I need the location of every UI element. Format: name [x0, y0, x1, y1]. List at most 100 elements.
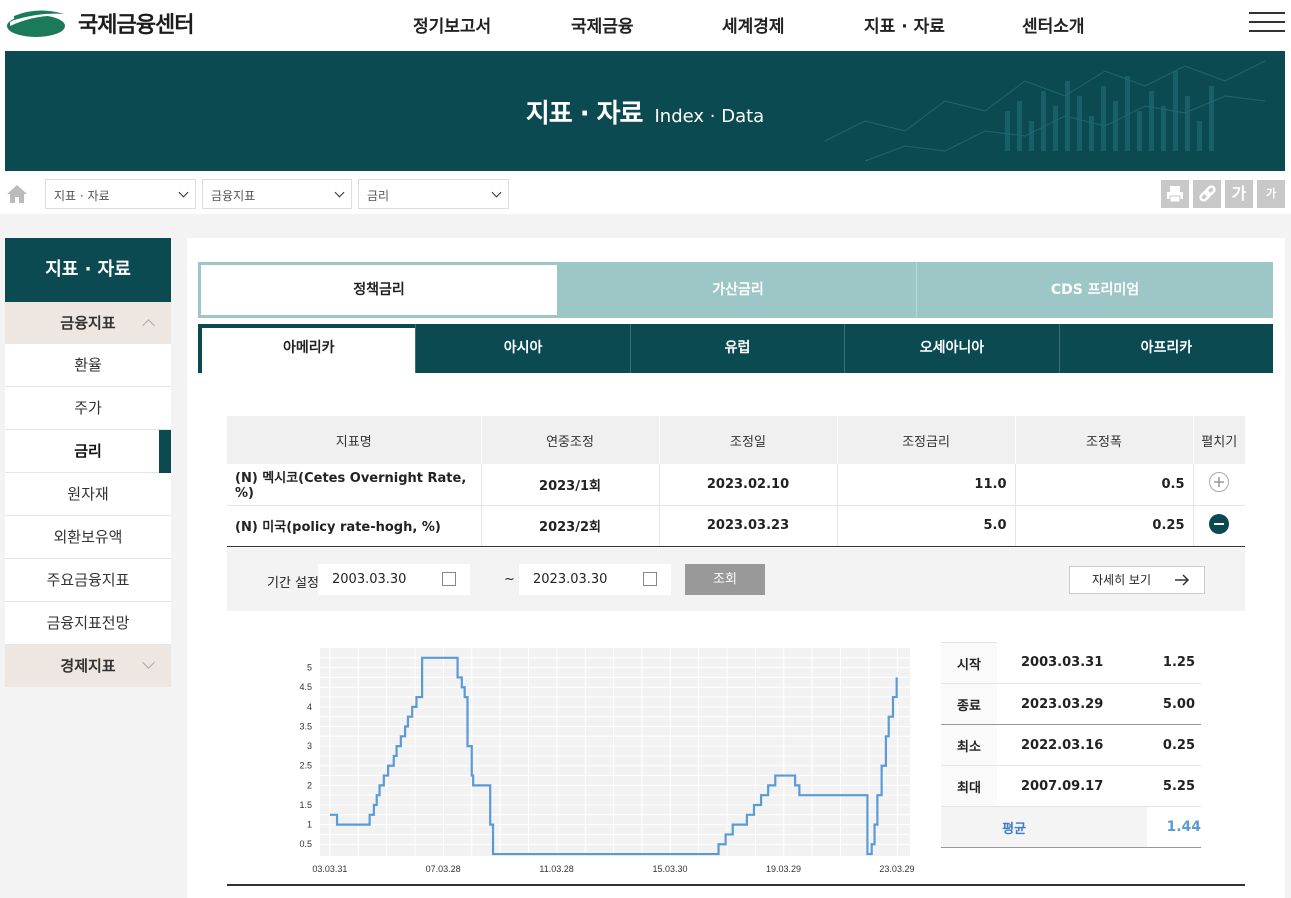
sidebar-item-stock[interactable]: 주가	[5, 387, 171, 430]
y-tick-label: 4.5	[299, 682, 312, 692]
x-tick-label: 11.03.28	[539, 864, 573, 874]
y-tick-label: 0.5	[299, 839, 312, 849]
stats-label: 최소	[941, 724, 997, 766]
sidebar-group-financial-index[interactable]: 금융지표	[5, 302, 171, 344]
menu-icon[interactable]	[1249, 12, 1285, 34]
sidebar-title: 지표 · 자료	[5, 238, 171, 302]
hero-title: 지표 · 자료	[525, 99, 644, 129]
stats-value: 5.25	[1147, 765, 1201, 807]
link-icon	[1199, 185, 1216, 202]
logo-icon	[6, 8, 66, 38]
average-label: 평균	[941, 806, 1148, 848]
stats-row: 종료 2023.03.29 5.00	[941, 683, 1201, 725]
breadcrumb-select-category[interactable]: 금융지표	[202, 179, 352, 209]
region-tabs: 아메리카 아시아 유럽 오세아니아 아프리카	[198, 324, 1273, 373]
tab-asia[interactable]: 아시아	[415, 324, 629, 373]
home-icon[interactable]	[6, 184, 28, 204]
font-size-decrease-button[interactable]: 가	[1257, 180, 1285, 208]
x-tick-label: 23.03.29	[879, 864, 914, 874]
font-size-increase-button[interactable]: 가	[1225, 180, 1253, 208]
y-tick-label: 1	[307, 820, 312, 830]
sidebar-item-fx-reserves[interactable]: 외환보유액	[5, 516, 171, 559]
share-link-button[interactable]	[1193, 180, 1221, 208]
y-tick-label: 2	[307, 780, 312, 790]
stats-label: 시작	[941, 642, 997, 684]
y-tick-label: 4	[307, 702, 312, 712]
nav-index-data[interactable]: 지표 · 자료	[864, 12, 945, 37]
chevron-down-icon	[142, 656, 155, 669]
tab-oceania[interactable]: 오세아니아	[844, 324, 1058, 373]
nav-about[interactable]: 센터소개	[1022, 12, 1085, 37]
period-label: 기간 설정	[267, 576, 319, 591]
main-content: 정책금리 가산금리 CDS 프리미엄 아메리카 아시아 유럽 오세아니아 아프리…	[187, 238, 1285, 898]
stats-label: 종료	[941, 683, 997, 725]
adjustment-date: 2023.03.23	[659, 505, 838, 547]
calendar-icon[interactable]	[643, 572, 657, 586]
column-header: 펼치기	[1193, 416, 1245, 464]
end-date-input[interactable]: 2023.03.30	[519, 564, 671, 595]
nav-international-finance[interactable]: 국제금융	[571, 12, 634, 37]
chevron-down-icon	[178, 187, 189, 198]
start-date-input[interactable]: 2003.03.30	[318, 564, 470, 595]
breadcrumb-select-page[interactable]: 금리	[358, 179, 509, 209]
column-header: 연중조정	[481, 416, 660, 464]
y-tick-label: 2.5	[299, 761, 312, 771]
sidebar-item-commodities[interactable]: 원자재	[5, 473, 171, 516]
hero-subtitle: Index · Data	[654, 106, 765, 127]
collapse-button[interactable]	[1193, 505, 1245, 547]
adjusted-rate: 11.0	[837, 464, 1016, 506]
column-header: 조정폭	[1015, 416, 1194, 464]
stats-row: 시작 2003.03.31 1.25	[941, 642, 1201, 684]
plus-circle-icon	[1209, 472, 1230, 493]
annual-adjustments: 2023/2회	[481, 505, 660, 547]
sidebar-item-outlook[interactable]: 금융지표전망	[5, 602, 171, 645]
tab-spread[interactable]: 가산금리	[560, 262, 917, 318]
sidebar-item-interest-rate[interactable]: 금리	[5, 430, 171, 473]
stats-row: 최대 2007.09.17 5.25	[941, 765, 1201, 807]
adjustment-date: 2023.02.10	[659, 464, 838, 506]
stats-date: 2003.03.31	[997, 642, 1148, 684]
calendar-icon[interactable]	[442, 572, 456, 586]
expand-button[interactable]	[1193, 464, 1245, 506]
tab-cds-premium[interactable]: CDS 프리미엄	[917, 262, 1273, 318]
tab-americas[interactable]: 아메리카	[198, 324, 416, 373]
y-tick-label: 5	[307, 663, 312, 673]
sidebar-group-economic-index[interactable]: 경제지표	[5, 645, 171, 687]
minus-circle-icon	[1209, 513, 1230, 534]
annual-adjustments: 2023/1회	[481, 464, 660, 506]
print-button[interactable]	[1161, 180, 1189, 208]
nav-reports[interactable]: 정기보고서	[413, 12, 491, 37]
logo[interactable]: 국제금융센터	[6, 7, 194, 39]
nav-world-economy[interactable]: 세계경제	[722, 12, 785, 37]
divider	[227, 884, 1245, 886]
indicator-name: (N) 멕시코(Cetes Overnight Rate, %)	[227, 464, 482, 506]
search-button[interactable]: 조회	[685, 564, 765, 595]
adjusted-rate: 5.0	[837, 505, 1016, 547]
stats-date: 2023.03.29	[997, 683, 1148, 725]
x-tick-label: 07.03.28	[426, 864, 461, 874]
tab-africa[interactable]: 아프리카	[1058, 324, 1273, 373]
adjustment-size: 0.25	[1015, 505, 1194, 547]
x-tick-label: 19.03.29	[766, 864, 801, 874]
print-icon	[1167, 186, 1183, 203]
tab-policy-rate[interactable]: 정책금리	[198, 262, 560, 318]
hero-banner: 지표 · 자료 Index · Data	[5, 51, 1285, 171]
sidebar-item-exchange-rate[interactable]: 환율	[5, 344, 171, 387]
column-header: 지표명	[227, 416, 482, 464]
chevron-up-icon	[142, 319, 155, 332]
sidebar-item-key-indicators[interactable]: 주요금융지표	[5, 559, 171, 602]
stats-value: 0.25	[1147, 724, 1201, 766]
y-tick-label: 1.5	[299, 800, 312, 810]
stats-row: 최소 2022.03.16 0.25	[941, 724, 1201, 766]
stats-value: 1.25	[1147, 642, 1201, 684]
y-tick-label: 3.5	[299, 721, 312, 731]
breadcrumb-select-section[interactable]: 지표 · 자료	[45, 179, 196, 209]
table-row: (N) 멕시코(Cetes Overnight Rate, %) 2023/1회…	[227, 464, 1245, 506]
stats-label: 최대	[941, 765, 997, 807]
adjustment-size: 0.5	[1015, 464, 1194, 506]
table-row: (N) 미국(policy rate-hogh, %) 2023/2회 2023…	[227, 505, 1245, 547]
y-tick-label: 3	[307, 741, 312, 751]
tab-europe[interactable]: 유럽	[629, 324, 844, 373]
column-header: 조정일	[659, 416, 838, 464]
view-details-button[interactable]: 자세히 보기	[1069, 566, 1205, 594]
